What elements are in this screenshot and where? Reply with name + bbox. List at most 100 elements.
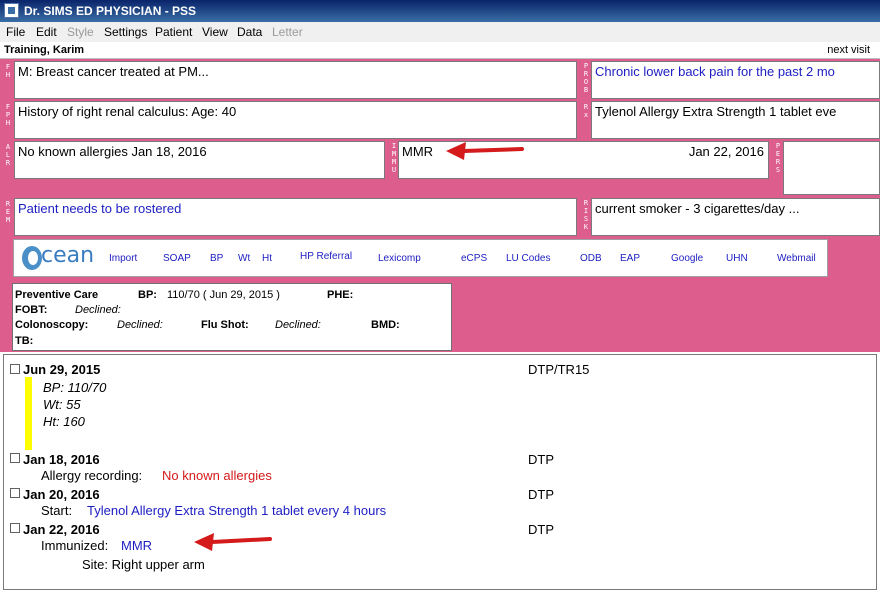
- encounter-notes-pane[interactable]: Jun 29, 2015 DTP/TR15 BP: 110/70 Wt: 55 …: [3, 354, 877, 590]
- patient-bar: Training, Karim next visit: [0, 42, 880, 59]
- vital-bp: BP: 110/70: [43, 380, 107, 395]
- fh-label: FH: [5, 63, 11, 79]
- menu-bar: File Edit Style Settings Patient View Da…: [0, 22, 880, 42]
- allergy-recording-label: Allergy recording:: [41, 468, 143, 483]
- ocean-swirl-icon: [22, 246, 42, 270]
- preventive-title: Preventive Care: [15, 289, 99, 301]
- reminders-field[interactable]: Patient needs to be rostered: [14, 198, 577, 236]
- soap-link[interactable]: SOAP: [163, 253, 191, 264]
- menu-data[interactable]: Data: [237, 22, 262, 42]
- encounter-type: DTP: [528, 522, 554, 537]
- menu-letter[interactable]: Letter: [272, 22, 303, 42]
- encounter-type: DTP/TR15: [528, 362, 590, 377]
- bmd-label: BMD:: [371, 319, 400, 331]
- fobt-value: Declined:: [75, 304, 121, 316]
- window-title: Dr. SIMS ED PHYSICIAN - PSS: [24, 4, 197, 18]
- problem-list-text: Chronic lower back pain for the past 2 m…: [595, 64, 835, 79]
- medications-field[interactable]: Tylenol Allergy Extra Strength 1 tablet …: [591, 101, 880, 139]
- medication-start-value: Tylenol Allergy Extra Strength 1 tablet …: [87, 503, 387, 518]
- vital-ht: Ht: 160: [43, 414, 85, 429]
- ocean-logo-text: cean: [41, 243, 95, 268]
- personal-field[interactable]: [783, 141, 880, 195]
- immunization-text: MMR: [402, 144, 434, 159]
- past-history-text: History of right renal calculus: Age: 40: [18, 104, 237, 119]
- app-icon: [4, 3, 19, 18]
- checkbox-icon[interactable]: [10, 364, 20, 374]
- family-history-text: M: Breast cancer treated at PM...: [18, 64, 209, 79]
- tb-label: TB:: [15, 335, 34, 347]
- immunization-date: Jan 22, 2016: [688, 144, 764, 159]
- odb-link[interactable]: ODB: [580, 253, 602, 264]
- encounter-type: DTP: [528, 487, 554, 502]
- fph-label: FPH: [5, 103, 11, 127]
- vital-wt: Wt: 55: [43, 397, 81, 412]
- ecps-link[interactable]: eCPS: [461, 253, 487, 264]
- webmail-link[interactable]: Webmail: [777, 253, 816, 264]
- risk-factors-text: current smoker - 3 cigarettes/day ...: [595, 201, 800, 216]
- past-history-field[interactable]: History of right renal calculus: Age: 40: [14, 101, 577, 139]
- colonoscopy-label: Colonoscopy:: [15, 319, 89, 331]
- medication-start-label: Start:: [41, 503, 73, 518]
- alr-label: ALR: [5, 143, 11, 167]
- pers-label: PERS: [775, 142, 781, 174]
- immunized-value: MMR: [121, 538, 153, 553]
- encounter-date: Jan 20, 2016: [23, 487, 100, 502]
- encounter-date: Jan 22, 2016: [23, 522, 100, 537]
- lu-codes-link[interactable]: LU Codes: [506, 253, 550, 264]
- highlight-bar: [25, 377, 32, 450]
- prob-label: PROB: [583, 62, 589, 94]
- patient-name: Training, Karim: [4, 44, 85, 56]
- hp-referral-link[interactable]: HP Referral: [300, 251, 352, 262]
- screenshot-edge-bottom: [0, 590, 896, 604]
- menu-file[interactable]: File: [6, 22, 25, 42]
- immunization-site: Site: Right upper arm: [82, 557, 205, 572]
- app-window: Dr. SIMS ED PHYSICIAN - PSS File Edit St…: [0, 0, 881, 590]
- arrow-icon: [446, 142, 524, 160]
- menu-patient[interactable]: Patient: [155, 22, 192, 42]
- quick-links-toolbar: cean Import SOAP BP Wt Ht HP Referral Le…: [13, 239, 828, 277]
- risk-factors-field[interactable]: current smoker - 3 cigarettes/day ...: [591, 198, 880, 236]
- allergy-recording-value: No known allergies: [162, 468, 272, 483]
- screenshot-edge-right: [880, 0, 896, 604]
- fobt-label: FOBT:: [15, 304, 48, 316]
- reminders-text: Patient needs to be rostered: [18, 201, 182, 216]
- title-bar: Dr. SIMS ED PHYSICIAN - PSS: [0, 0, 880, 22]
- bp-value: 110/70 ( Jun 29, 2015 ): [167, 289, 280, 301]
- preventive-care-panel[interactable]: Preventive Care BP: 110/70 ( Jun 29, 201…: [12, 283, 452, 351]
- eap-link[interactable]: EAP: [620, 253, 640, 264]
- allergies-text: No known allergies Jan 18, 2016: [18, 144, 207, 159]
- menu-edit[interactable]: Edit: [36, 22, 57, 42]
- ht-link[interactable]: Ht: [262, 253, 272, 264]
- wt-link[interactable]: Wt: [238, 253, 250, 264]
- menu-settings[interactable]: Settings: [104, 22, 147, 42]
- bp-label: BP:: [138, 289, 157, 301]
- medications-text: Tylenol Allergy Extra Strength 1 tablet …: [595, 104, 837, 119]
- rx-label: Rx: [583, 103, 589, 119]
- family-history-field[interactable]: M: Breast cancer treated at PM...: [14, 61, 577, 99]
- flu-shot-value: Declined:: [275, 319, 321, 331]
- colonoscopy-value: Declined:: [117, 319, 163, 331]
- allergies-field[interactable]: No known allergies Jan 18, 2016: [14, 141, 385, 179]
- arrow-icon: [194, 533, 272, 551]
- risk-label: RISK: [583, 199, 589, 231]
- phe-label: PHE:: [327, 289, 354, 301]
- lexicomp-link[interactable]: Lexicomp: [378, 253, 421, 264]
- uhn-link[interactable]: UHN: [726, 253, 748, 264]
- checkbox-icon[interactable]: [10, 488, 20, 498]
- flu-shot-label: Flu Shot:: [201, 319, 249, 331]
- bp-link[interactable]: BP: [210, 253, 223, 264]
- immunized-label: Immunized:: [41, 538, 109, 553]
- checkbox-icon[interactable]: [10, 453, 20, 463]
- import-link[interactable]: Import: [109, 253, 137, 264]
- encounter-date: Jun 29, 2015: [23, 362, 101, 377]
- rem-label: REM: [5, 200, 11, 224]
- checkbox-icon[interactable]: [10, 523, 20, 533]
- problem-list-field[interactable]: Chronic lower back pain for the past 2 m…: [591, 61, 880, 99]
- encounter-date: Jan 18, 2016: [23, 452, 100, 467]
- next-visit-link[interactable]: next visit: [827, 42, 870, 58]
- encounter-type: DTP: [528, 452, 554, 467]
- ocean-logo[interactable]: cean: [22, 243, 100, 272]
- menu-view[interactable]: View: [202, 22, 228, 42]
- menu-style[interactable]: Style: [67, 22, 94, 42]
- google-link[interactable]: Google: [671, 253, 703, 264]
